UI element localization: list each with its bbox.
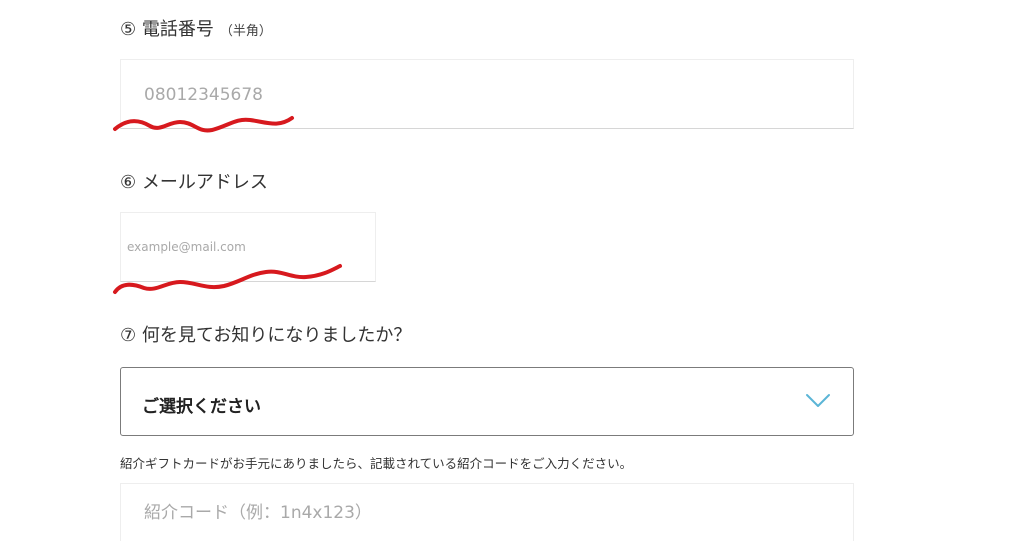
source-label-text: ⑦ 何を見てお知りになりましたか？	[120, 325, 412, 346]
referral-field[interactable]	[120, 483, 854, 541]
source-select-value: ご選択ください	[142, 397, 261, 417]
phone-field[interactable]	[120, 59, 854, 129]
phone-input[interactable]	[121, 60, 853, 128]
phone-label: ⑤ 電話番号 （半角）	[120, 15, 272, 41]
email-field[interactable]	[120, 212, 376, 282]
email-label-text: ⑥ メールアドレス	[120, 172, 268, 193]
email-input[interactable]	[121, 213, 375, 281]
phone-label-note: （半角）	[219, 24, 272, 39]
referral-hint: 紹介ギフトカードがお手元にありましたら、記載されている紹介コードをご入力ください…	[120, 456, 633, 471]
source-select[interactable]: ご選択ください	[120, 367, 854, 436]
chevron-down-icon	[806, 394, 830, 407]
email-label: ⑥ メールアドレス	[120, 168, 268, 194]
referral-code-input[interactable]	[121, 484, 853, 541]
source-label: ⑦ 何を見てお知りになりましたか？	[120, 321, 411, 347]
phone-label-text: ⑤ 電話番号	[120, 19, 214, 40]
